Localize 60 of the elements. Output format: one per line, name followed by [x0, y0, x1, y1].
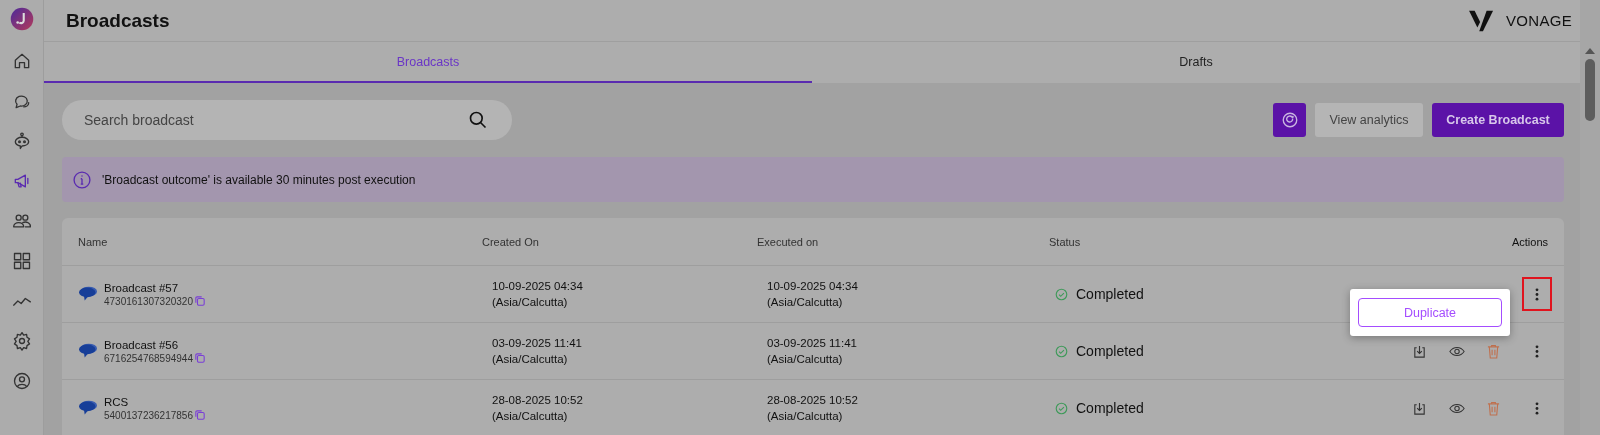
check-circle-icon [1055, 344, 1068, 358]
executed-date: 28-08-2025 10:52 [767, 394, 859, 406]
message-bubble-icon [78, 285, 98, 303]
view-icon[interactable] [1449, 402, 1465, 414]
copy-icon[interactable] [195, 353, 205, 363]
info-icon [72, 169, 92, 190]
scroll-up-icon[interactable] [1585, 48, 1595, 54]
created-date: (Asia/Calcutta) [492, 353, 569, 365]
duplicate-button[interactable]: Duplicate [1358, 298, 1502, 327]
executed-date: (Asia/Calcutta) [767, 296, 844, 308]
check-circle-icon [1055, 287, 1068, 301]
column-header: Executed on [757, 235, 820, 248]
message-bubble-icon [78, 342, 98, 360]
status-text: Completed [1076, 400, 1144, 416]
download-icon[interactable] [1412, 343, 1427, 359]
search-icon[interactable] [468, 109, 488, 130]
page-title: Broadcasts [66, 9, 170, 32]
created-date: (Asia/Calcutta) [492, 410, 569, 422]
create-broadcast-button[interactable]: Create Broadcast [1432, 102, 1564, 137]
copy-icon[interactable] [195, 296, 205, 306]
executed-date: (Asia/Calcutta) [767, 353, 844, 365]
column-header: Name [78, 235, 109, 248]
executed-date: 10-09-2025 04:34 [767, 280, 859, 292]
check-circle-icon [1055, 401, 1068, 415]
executed-date: 03-09-2025 11:41 [767, 337, 858, 349]
broadcast-id: 6716254768594944 [104, 352, 193, 364]
created-date: 10-09-2025 04:34 [492, 280, 584, 292]
status-text: Completed [1076, 286, 1144, 302]
broadcast-name: Broadcast #56 [104, 338, 180, 351]
column-header: Actions [1511, 235, 1548, 248]
download-icon[interactable] [1412, 400, 1427, 416]
created-date: 28-08-2025 10:52 [492, 394, 584, 406]
copy-icon[interactable] [195, 410, 205, 420]
view-analytics-button[interactable]: View analytics [1315, 102, 1423, 137]
view-icon[interactable] [1449, 345, 1465, 357]
refresh-icon [1280, 110, 1299, 129]
broadcast-name: Broadcast #57 [104, 281, 180, 294]
app-logo [8, 6, 35, 32]
tab[interactable]: Drafts [812, 42, 1580, 83]
scrollbar[interactable] [1580, 0, 1600, 435]
brand-name: VONAGE [1506, 12, 1572, 29]
scrollbar-thumb[interactable] [1585, 59, 1595, 121]
search-field[interactable]: Search broadcast [62, 99, 512, 140]
broadcast-name: RCS [104, 395, 130, 408]
brand-logo-icon [1468, 8, 1496, 33]
more-vertical-icon [1535, 287, 1539, 301]
executed-date: (Asia/Calcutta) [767, 410, 844, 422]
column-header: Created On [482, 235, 540, 248]
broadcast-id: 5400137236217856 [104, 409, 193, 421]
more-vertical-icon [1535, 344, 1539, 358]
tab[interactable]: Broadcasts [44, 42, 812, 83]
refresh-button[interactable] [1273, 102, 1306, 137]
created-date: 03-09-2025 11:41 [492, 337, 583, 349]
column-header: Status [1048, 235, 1082, 248]
status-text: Completed [1076, 343, 1144, 359]
broadcast-id: 4730161307320320 [104, 295, 193, 307]
more-vertical-icon [1535, 401, 1539, 415]
message-bubble-icon [78, 399, 98, 417]
info-message: 'Broadcast outcome' is available 30 minutes post execution [102, 172, 416, 187]
created-date: (Asia/Calcutta) [492, 296, 569, 308]
